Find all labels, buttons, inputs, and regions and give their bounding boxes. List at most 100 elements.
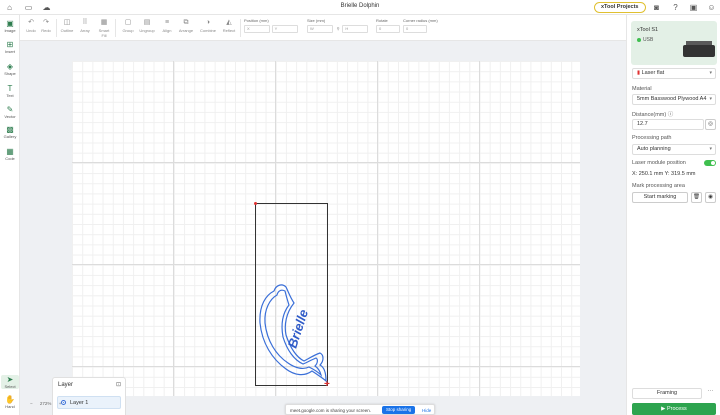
laser-mode-icon: ▮	[637, 70, 641, 76]
target-icon: ◎	[708, 121, 713, 127]
help-icon[interactable]: ?	[671, 3, 680, 12]
title-bar: ⌂ ▭ ☁ Brielle Dolphin xTool Projects ◙ ?…	[0, 0, 720, 15]
screen-share-bar: meet.google.com is sharing your screen. …	[285, 404, 435, 415]
zoom-out-button[interactable]: −	[30, 401, 33, 406]
processing-path-label: Processing path	[632, 135, 672, 141]
user-icon[interactable]: ☺	[707, 3, 716, 12]
zoom-in-button[interactable]: +	[59, 401, 62, 406]
framing-button[interactable]: Framing	[632, 388, 702, 399]
array-button[interactable]: ⠿ Array	[77, 18, 93, 33]
corner-radius-input[interactable]: 0	[403, 25, 427, 33]
sidebar-item-image[interactable]: ▣ Image	[1, 19, 19, 33]
toolbar-divider	[240, 19, 241, 37]
preview-button[interactable]: ◉	[705, 192, 716, 203]
undo-icon: ↶	[28, 19, 34, 26]
array-icon: ⠿	[82, 19, 88, 26]
mark-area-label: Mark processing area	[632, 183, 685, 189]
align-button[interactable]: ≡ Align	[159, 18, 175, 33]
toolbar-divider	[56, 19, 57, 37]
sidebar-item-vector[interactable]: ✎ Vector	[1, 105, 19, 119]
pen-icon: ✎	[6, 105, 14, 114]
undo-button[interactable]: ↶ Undo	[23, 18, 39, 33]
collapse-icon[interactable]: ⊡	[116, 381, 121, 388]
redo-icon: ↷	[43, 19, 49, 26]
text-icon: T	[7, 84, 13, 93]
usb-status-icon	[637, 37, 641, 42]
laser-module-toggle[interactable]	[704, 160, 716, 166]
redo-button[interactable]: ↷ Redo	[38, 18, 54, 33]
reflect-button[interactable]: ◭ Reflect	[221, 18, 237, 33]
cursor-icon: ➤	[6, 375, 14, 384]
dolphin-text: Brielle	[285, 307, 312, 349]
canvas-area[interactable]: + Brielle Layer ⊡ Layer 1 − 272% +	[20, 41, 626, 415]
position-y-input[interactable]: Y	[271, 25, 298, 33]
sidebar-item-shape[interactable]: ◈ Shape	[1, 62, 19, 76]
share-message: meet.google.com is sharing your screen.	[290, 408, 372, 413]
left-sidebar: ▣ Image ⊞ Insert ◈ Shape T Text ✎ Vector ▩ Gal…	[0, 15, 20, 415]
right-panel: xTool S1 USB ▮ Laser flat ▾ Material 5mm…	[626, 15, 720, 415]
size-group: Size (mm) W ⚲ H	[307, 18, 369, 34]
corner-radius-group: Corner radius (mm) 0	[403, 18, 438, 33]
chevron-down-icon: ▾	[709, 96, 712, 102]
arrange-icon: ⧉	[183, 19, 189, 26]
process-button[interactable]: ▶ Process	[632, 403, 716, 415]
device-name: xTool S1	[637, 27, 659, 33]
laser-position-readout: X: 250.1 mm Y: 319.5 mm	[632, 171, 696, 177]
hide-link[interactable]: Hide	[422, 408, 431, 413]
processing-path-select[interactable]: Auto planning ▾	[632, 144, 716, 155]
rotate-input[interactable]: 0	[376, 25, 400, 33]
material-label: Material	[632, 86, 652, 92]
trash-icon: 🗑	[693, 194, 700, 200]
lock-ratio-icon[interactable]: ⚲	[334, 26, 341, 34]
zoom-controls: − 272% +	[30, 399, 67, 409]
group-button[interactable]: ▢ Group	[120, 18, 136, 33]
gallery-icon: ▩	[6, 125, 14, 134]
shape-icon: ◈	[6, 62, 14, 71]
outline-icon: ◫	[63, 19, 71, 26]
start-marking-button[interactable]: Start marking	[632, 192, 688, 203]
layer-name: Layer 1	[70, 400, 89, 406]
group-icon: ▢	[124, 19, 132, 26]
smart-fill-button[interactable]: ▦ Smart Fill	[96, 18, 112, 38]
position-x-input[interactable]: X	[244, 25, 270, 33]
sidebar-item-insert[interactable]: ⊞ Insert	[1, 40, 19, 54]
size-width-input[interactable]: W	[307, 25, 333, 33]
hand-icon: ✋	[5, 395, 15, 404]
dolphin-design[interactable]: Brielle	[256, 283, 328, 385]
stop-sharing-button[interactable]: Stop sharing	[382, 406, 416, 414]
material-select[interactable]: 5mm Basswood Plywood A4 ▾	[632, 94, 716, 105]
toolbar-divider	[115, 19, 116, 37]
chevron-down-icon: ▾	[709, 70, 712, 76]
sidebar-item-hand[interactable]: ✋ Hand	[1, 395, 19, 409]
image-icon: ▣	[6, 19, 14, 28]
more-icon[interactable]: ⋯	[705, 388, 716, 399]
zoom-level[interactable]: 272%	[40, 401, 52, 406]
distance-input[interactable]: 12.7	[632, 119, 704, 130]
store-icon[interactable]: ▣	[689, 3, 698, 12]
toolbar: ↶ Undo ↷ Redo ◫ Outline ⠿ Array ▦ Smart Fill …	[20, 15, 626, 41]
outline-button[interactable]: ◫ Outline	[59, 18, 75, 33]
info-icon[interactable]: ⓘ	[668, 112, 674, 118]
device-card[interactable]: xTool S1 USB	[631, 21, 717, 65]
ungroup-icon: ▤	[143, 19, 151, 26]
sidebar-item-code[interactable]: ▦ Code	[1, 147, 19, 161]
insert-icon: ⊞	[6, 40, 14, 49]
machine-image	[683, 41, 715, 57]
auto-measure-button[interactable]: ◎	[705, 119, 716, 130]
xtool-projects-button[interactable]: xTool Projects	[594, 2, 646, 13]
arrange-button[interactable]: ⧉ Arrange	[178, 18, 194, 33]
sidebar-item-gallery[interactable]: ▩ Gallery	[1, 125, 19, 139]
combine-button[interactable]: ◑ Combine	[200, 18, 216, 33]
ungroup-button[interactable]: ▤ Ungroup	[139, 18, 155, 33]
delete-button[interactable]: 🗑	[691, 192, 702, 203]
sidebar-item-text[interactable]: T Text	[1, 84, 19, 98]
laser-mode-select[interactable]: ▮ Laser flat ▾	[632, 68, 716, 79]
sidebar-item-select[interactable]: ➤ Select	[1, 375, 19, 389]
layer-panel: Layer ⊡ Layer 1	[52, 377, 126, 415]
reflect-icon: ◭	[226, 19, 232, 26]
eye-icon: ◉	[708, 194, 713, 200]
camera-icon[interactable]: ◙	[652, 3, 661, 12]
laser-module-label: Laser module position	[632, 160, 686, 166]
rotate-group: Rotate 0	[376, 18, 400, 33]
size-height-input[interactable]: H	[342, 25, 369, 33]
